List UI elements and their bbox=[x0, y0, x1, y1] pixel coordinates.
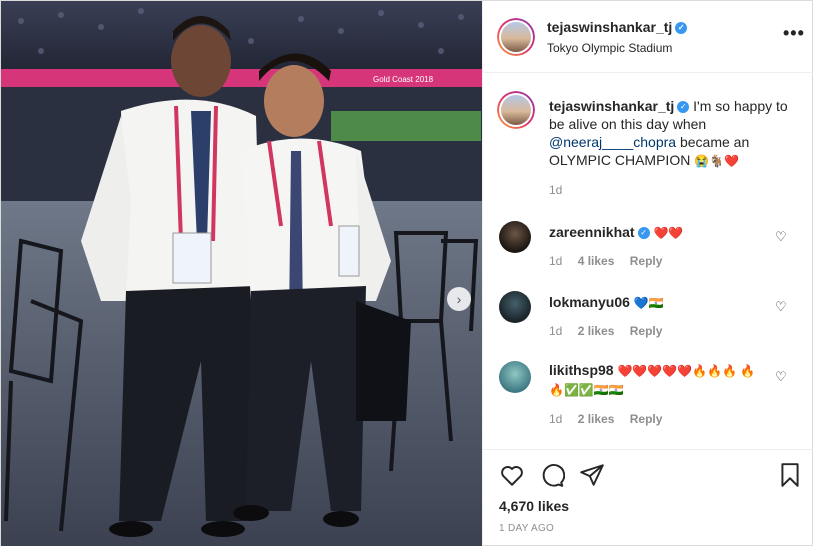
caption-username[interactable]: tejaswinshankar_tj bbox=[549, 98, 674, 114]
caption-emojis: 😭🐐❤️ bbox=[694, 154, 740, 168]
comment-meta: 1d 2 likes Reply bbox=[549, 412, 674, 426]
comment-reply-button[interactable]: Reply bbox=[630, 324, 663, 338]
more-options-icon[interactable]: ••• bbox=[783, 23, 805, 44]
comment-avatar[interactable] bbox=[499, 361, 531, 393]
chevron-right-icon: › bbox=[456, 291, 462, 307]
comment-likes[interactable]: 2 likes bbox=[578, 324, 615, 338]
caption-avatar[interactable] bbox=[497, 91, 535, 129]
author-username[interactable]: tejaswinshankar_tj bbox=[547, 19, 672, 35]
comment-time[interactable]: 1d bbox=[549, 412, 562, 426]
comment-text-row: lokmanyu06 💙🇮🇳 bbox=[549, 293, 769, 312]
post-modal: Gold Coast 2018 › tejaswinshankar_tj ✓ T… bbox=[0, 0, 813, 546]
post-header: tejaswinshankar_tj ✓ Tokyo Olympic Stadiu… bbox=[483, 1, 813, 73]
comment-time[interactable]: 1d bbox=[549, 254, 562, 268]
author-username-row[interactable]: tejaswinshankar_tj ✓ bbox=[547, 19, 688, 35]
verified-badge-icon: ✓ bbox=[675, 22, 688, 35]
comment-time[interactable]: 1d bbox=[549, 324, 562, 338]
comment-icon[interactable] bbox=[539, 462, 565, 488]
caption-text: tejaswinshankar_tj ✓ I'm so happy to be a… bbox=[549, 97, 794, 170]
next-photo-button[interactable]: › bbox=[447, 287, 471, 311]
likes-count[interactable]: 4,670 likes bbox=[499, 498, 569, 514]
caption-timestamp[interactable]: 1d bbox=[549, 183, 562, 197]
post-photo[interactable]: Gold Coast 2018 › bbox=[1, 1, 482, 546]
heart-icon[interactable] bbox=[499, 462, 525, 488]
comment-username[interactable]: lokmanyu06 bbox=[549, 294, 630, 310]
comment-text: 💙🇮🇳 bbox=[633, 296, 664, 310]
comment-text: ❤️❤️ bbox=[653, 226, 684, 240]
author-avatar[interactable] bbox=[497, 18, 535, 56]
banner-text: Gold Coast 2018 bbox=[373, 75, 434, 84]
like-comment-heart-icon[interactable]: ♡ bbox=[775, 229, 787, 245]
comment-meta: 1d 2 likes Reply bbox=[549, 324, 674, 338]
post-actions-bar: 4,670 likes 1 DAY AGO bbox=[483, 449, 813, 546]
comment-meta: 1d 4 likes Reply bbox=[549, 254, 674, 268]
caption-mention[interactable]: @neeraj____chopra bbox=[549, 134, 676, 150]
share-icon[interactable] bbox=[579, 462, 605, 488]
post-location[interactable]: Tokyo Olympic Stadium bbox=[547, 41, 672, 55]
comment-username[interactable]: zareennikhat bbox=[549, 224, 635, 240]
comment-likes[interactable]: 4 likes bbox=[578, 254, 615, 268]
verified-badge-icon: ✓ bbox=[637, 227, 650, 240]
like-comment-heart-icon[interactable]: ♡ bbox=[775, 369, 787, 385]
comment-avatar[interactable] bbox=[499, 221, 531, 253]
comment-likes[interactable]: 2 likes bbox=[578, 412, 615, 426]
comment-text-row: likithsp98 ❤️❤️❤️❤️❤️🔥🔥🔥 🔥🔥✅✅🇮🇳🇮🇳 bbox=[549, 361, 769, 399]
comment-avatar[interactable] bbox=[499, 291, 531, 323]
comment-text-row: zareennikhat ✓ ❤️❤️ bbox=[549, 223, 769, 242]
post-details-panel: tejaswinshankar_tj ✓ Tokyo Olympic Stadiu… bbox=[482, 1, 813, 546]
like-comment-heart-icon[interactable]: ♡ bbox=[775, 299, 787, 315]
photo-illustration: Gold Coast 2018 bbox=[1, 1, 482, 546]
comment-username[interactable]: likithsp98 bbox=[549, 362, 614, 378]
post-time-ago[interactable]: 1 DAY AGO bbox=[499, 523, 554, 534]
verified-badge-icon: ✓ bbox=[677, 101, 690, 114]
comment-reply-button[interactable]: Reply bbox=[630, 412, 663, 426]
bookmark-icon[interactable] bbox=[777, 462, 803, 488]
comment-reply-button[interactable]: Reply bbox=[630, 254, 663, 268]
